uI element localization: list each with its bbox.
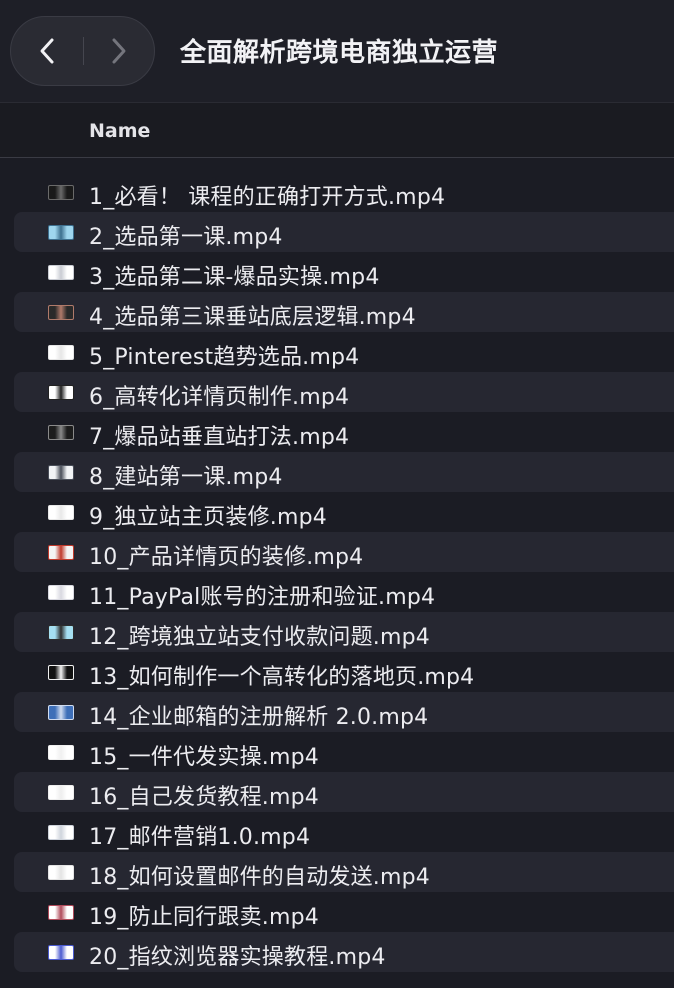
- file-name: 20_指纹浏览器实操教程.mp4: [89, 945, 386, 970]
- video-thumbnail-icon: [48, 505, 74, 520]
- video-thumbnail-icon: [48, 225, 74, 240]
- file-row[interactable]: 10_产品详情页的装修.mp4: [14, 532, 674, 572]
- toolbar: 全面解析跨境电商独立运营: [0, 0, 674, 102]
- file-row[interactable]: 4_选品第三课垂站底层逻辑.mp4: [14, 292, 674, 332]
- video-thumbnail-icon: [48, 665, 74, 680]
- file-row[interactable]: 16_自己发货教程.mp4: [14, 772, 674, 812]
- file-name: 18_如何设置邮件的自动发送.mp4: [89, 865, 430, 890]
- file-row[interactable]: 20_指纹浏览器实操教程.mp4: [14, 932, 674, 972]
- file-row[interactable]: 3_选品第二课-爆品实操.mp4: [14, 252, 674, 292]
- file-row[interactable]: 9_独立站主页装修.mp4: [14, 492, 674, 532]
- file-name: 6_高转化详情页制作.mp4: [89, 385, 350, 410]
- file-name: 2_选品第一课.mp4: [89, 225, 283, 250]
- file-name: 15_一件代发实操.mp4: [89, 745, 319, 770]
- back-button[interactable]: [11, 17, 83, 85]
- video-thumbnail-icon: [48, 385, 74, 400]
- file-row[interactable]: 13_如何制作一个高转化的落地页.mp4: [14, 652, 674, 692]
- file-name: 5_Pinterest趋势选品.mp4: [89, 345, 360, 370]
- file-name: 1_必看！ 课程的正确打开方式.mp4: [89, 185, 446, 210]
- name-column-header[interactable]: Name: [89, 120, 150, 142]
- file-row[interactable]: 8_建站第一课.mp4: [14, 452, 674, 492]
- file-name: 9_独立站主页装修.mp4: [89, 505, 327, 530]
- file-row[interactable]: 15_一件代发实操.mp4: [14, 732, 674, 772]
- window-title: 全面解析跨境电商独立运营: [180, 38, 499, 68]
- file-name: 3_选品第二课-爆品实操.mp4: [89, 265, 380, 290]
- forward-button[interactable]: [83, 17, 155, 85]
- file-row[interactable]: 17_邮件营销1.0.mp4: [14, 812, 674, 852]
- file-list: 1_必看！ 课程的正确打开方式.mp4 2_选品第一课.mp4 3_选品第二课-爆品…: [0, 172, 674, 972]
- video-thumbnail-icon: [48, 465, 74, 480]
- file-name: 7_爆品站垂直站打法.mp4: [89, 425, 350, 450]
- video-thumbnail-icon: [48, 185, 74, 200]
- file-name: 10_产品详情页的装修.mp4: [89, 545, 364, 570]
- video-thumbnail-icon: [48, 345, 74, 360]
- video-thumbnail-icon: [48, 745, 74, 760]
- file-row[interactable]: 19_防止同行跟卖.mp4: [14, 892, 674, 932]
- video-thumbnail-icon: [48, 865, 74, 880]
- file-name: 16_自己发货教程.mp4: [89, 785, 319, 810]
- file-row[interactable]: 2_选品第一课.mp4: [14, 212, 674, 252]
- video-thumbnail-icon: [48, 425, 74, 440]
- chevron-left-icon: [40, 38, 54, 64]
- file-name: 13_如何制作一个高转化的落地页.mp4: [89, 665, 475, 690]
- video-thumbnail-icon: [48, 265, 74, 280]
- file-row[interactable]: 11_PayPal账号的注册和验证.mp4: [14, 572, 674, 612]
- list-header: Name: [0, 102, 674, 158]
- navigation-button-group: [10, 16, 155, 86]
- video-thumbnail-icon: [48, 945, 74, 960]
- file-name: 14_企业邮箱的注册解析 2.0.mp4: [89, 705, 429, 730]
- video-thumbnail-icon: [48, 705, 74, 720]
- file-row[interactable]: 1_必看！ 课程的正确打开方式.mp4: [14, 172, 674, 212]
- file-row[interactable]: 7_爆品站垂直站打法.mp4: [14, 412, 674, 452]
- video-thumbnail-icon: [48, 585, 74, 600]
- file-name: 19_防止同行跟卖.mp4: [89, 905, 319, 930]
- file-row[interactable]: 5_Pinterest趋势选品.mp4: [14, 332, 674, 372]
- file-name: 4_选品第三课垂站底层逻辑.mp4: [89, 305, 416, 330]
- video-thumbnail-icon: [48, 905, 74, 920]
- file-row[interactable]: 14_企业邮箱的注册解析 2.0.mp4: [14, 692, 674, 732]
- chevron-right-icon: [112, 38, 126, 64]
- video-thumbnail-icon: [48, 305, 74, 320]
- file-name: 12_跨境独立站支付收款问题.mp4: [89, 625, 430, 650]
- video-thumbnail-icon: [48, 785, 74, 800]
- file-name: 17_邮件营销1.0.mp4: [89, 825, 311, 850]
- video-thumbnail-icon: [48, 545, 74, 560]
- video-thumbnail-icon: [48, 625, 74, 640]
- file-name: 11_PayPal账号的注册和验证.mp4: [89, 585, 436, 610]
- file-row[interactable]: 12_跨境独立站支付收款问题.mp4: [14, 612, 674, 652]
- file-row[interactable]: 18_如何设置邮件的自动发送.mp4: [14, 852, 674, 892]
- file-name: 8_建站第一课.mp4: [89, 465, 283, 490]
- video-thumbnail-icon: [48, 825, 74, 840]
- file-row[interactable]: 6_高转化详情页制作.mp4: [14, 372, 674, 412]
